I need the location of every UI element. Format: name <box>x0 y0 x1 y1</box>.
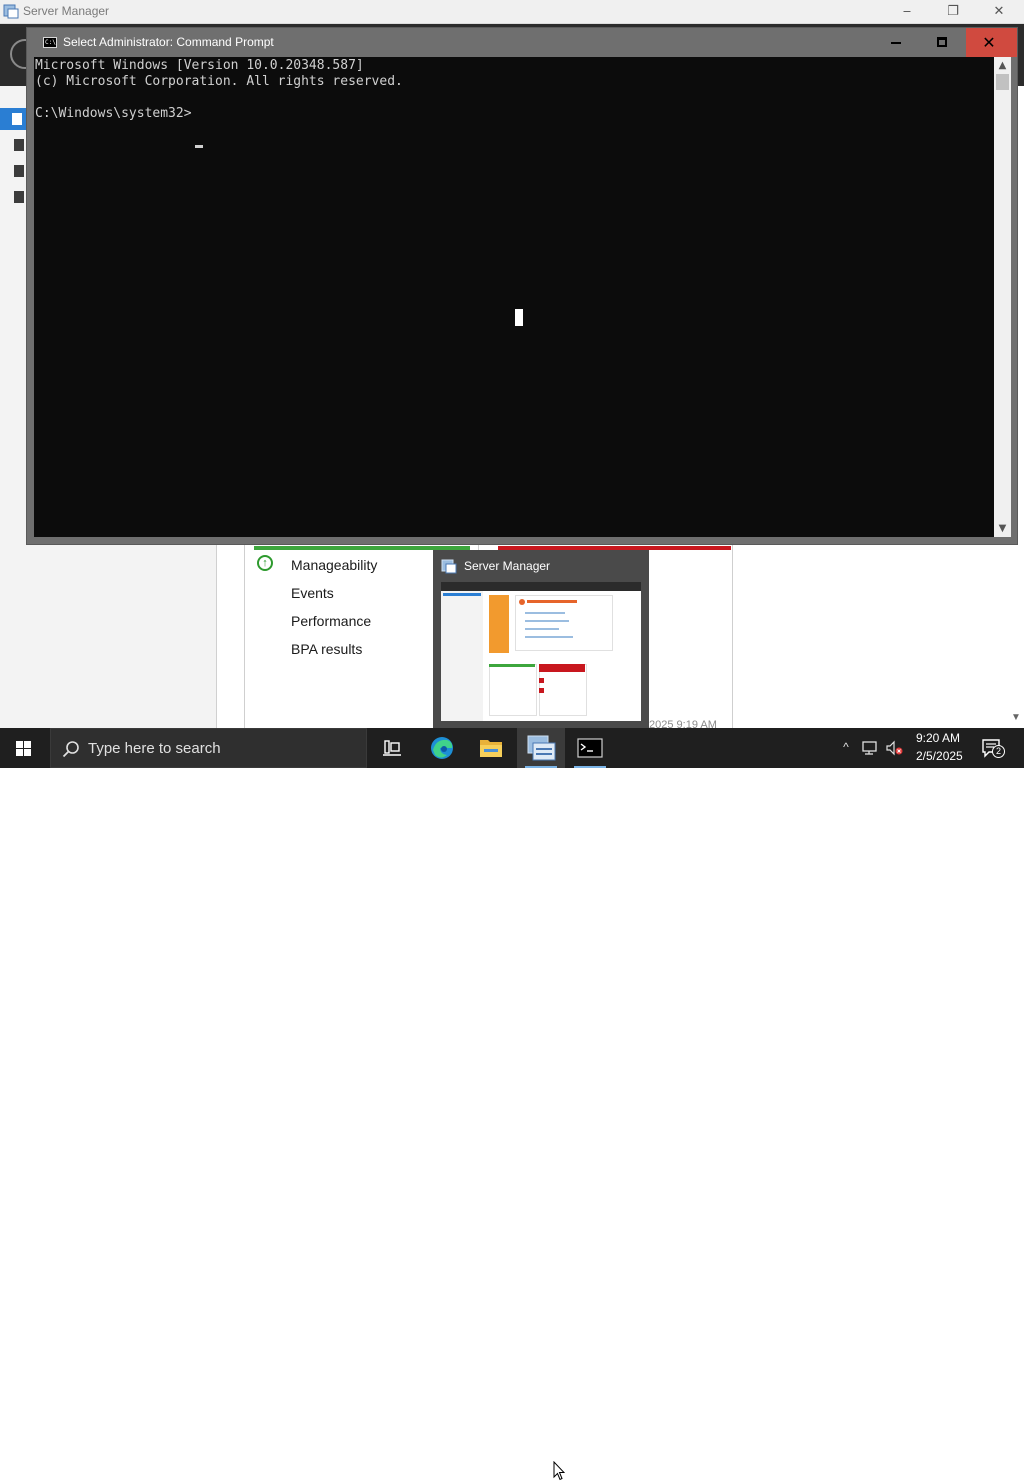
minimize-icon <box>891 42 901 44</box>
command-prompt-icon <box>577 738 603 758</box>
action-center-button[interactable]: 2 <box>980 736 1005 760</box>
nav-item-local-server[interactable] <box>0 134 26 156</box>
server-icon <box>14 139 24 151</box>
taskbar-thumbnail-preview[interactable]: Server Manager <box>433 550 649 728</box>
task-view-button[interactable] <box>368 728 416 768</box>
command-prompt-title: Select Administrator: Command Prompt <box>63 35 274 49</box>
scroll-down-arrow-icon[interactable]: ▼ <box>1008 710 1024 726</box>
ibeam-cursor-icon <box>515 309 523 326</box>
show-hidden-icons-chevron-icon[interactable]: ^ <box>838 740 854 756</box>
console-output[interactable]: Microsoft Windows [Version 10.0.20348.58… <box>34 57 994 537</box>
taskbar-file-explorer[interactable] <box>467 728 515 768</box>
cmd-close-button[interactable]: ✕ <box>966 28 1017 57</box>
search-icon <box>62 741 79 758</box>
server-manager-titlebar: Server Manager ‒ ❐ ✕ <box>0 0 1024 24</box>
task-view-icon <box>383 740 401 756</box>
taskbar-command-prompt[interactable] <box>566 728 614 768</box>
command-prompt-titlebar[interactable]: C:\ Select Administrator: Command Prompt… <box>27 28 1017 57</box>
nav-item-file-storage[interactable] <box>0 186 26 208</box>
servers-icon <box>14 165 24 177</box>
status-up-icon: ↑ <box>257 555 273 571</box>
thumbnail-title: Server Manager <box>464 559 551 573</box>
server-manager-icon <box>3 4 19 19</box>
cmd-maximize-button[interactable] <box>920 28 966 57</box>
console-prompt: C:\Windows\system32> <box>35 106 192 121</box>
minimize-button[interactable]: ‒ <box>884 0 930 23</box>
taskbar-edge[interactable] <box>418 728 466 768</box>
nav-item-all-servers[interactable] <box>0 160 26 182</box>
console-scrollbar[interactable]: ▲ ▼ <box>994 57 1011 537</box>
console-line: Microsoft Windows [Version 10.0.20348.58… <box>35 58 364 73</box>
text-cursor <box>195 145 203 148</box>
taskbar-server-manager[interactable] <box>517 728 565 768</box>
console-line: (c) Microsoft Corporation. All rights re… <box>35 74 403 89</box>
server-manager-icon <box>441 559 457 574</box>
volume-muted-icon[interactable] <box>885 740 903 756</box>
network-icon[interactable] <box>862 740 880 756</box>
windows-logo-icon <box>16 741 23 748</box>
nav-item-dashboard[interactable] <box>0 108 26 130</box>
clock-time[interactable]: 9:20 AM <box>916 731 960 745</box>
close-button[interactable]: ✕ <box>976 0 1022 23</box>
maximize-icon <box>937 37 947 47</box>
scroll-up-arrow-icon[interactable]: ▲ <box>994 57 1011 74</box>
server-manager-icon <box>527 735 556 761</box>
tile-row-bpa-results[interactable]: BPA results <box>291 641 362 657</box>
tile-row-manageability[interactable]: Manageability <box>291 557 377 573</box>
clock-date[interactable]: 2/5/2025 <box>916 749 963 763</box>
taskbar-search-box[interactable]: Type here to search <box>50 728 367 768</box>
close-icon: ✕ <box>982 33 996 52</box>
tile-row-performance[interactable]: Performance <box>291 613 371 629</box>
search-placeholder: Type here to search <box>88 740 221 757</box>
taskbar: Type here to search ^ 9:20 AM 2/5/2025 2 <box>0 728 1024 1481</box>
scrollbar-thumb[interactable] <box>996 74 1009 90</box>
thumbnail-image <box>441 582 641 721</box>
cmd-minimize-button[interactable] <box>874 28 920 57</box>
folder-icon <box>480 740 502 757</box>
start-button[interactable] <box>0 728 48 768</box>
server-manager-title: Server Manager <box>23 4 110 18</box>
command-prompt-icon: C:\ <box>43 37 57 48</box>
scroll-down-arrow-icon[interactable]: ▼ <box>994 520 1011 537</box>
restore-button[interactable]: ❐ <box>930 0 976 23</box>
storage-icon <box>14 191 24 203</box>
tile-row-events[interactable]: Events <box>291 585 334 601</box>
edge-icon <box>431 737 453 759</box>
notification-count-badge: 2 <box>992 745 1005 758</box>
dashboard-icon <box>12 113 22 125</box>
mouse-pointer-icon <box>553 1461 565 1481</box>
command-prompt-window[interactable]: C:\ Select Administrator: Command Prompt… <box>26 27 1018 545</box>
